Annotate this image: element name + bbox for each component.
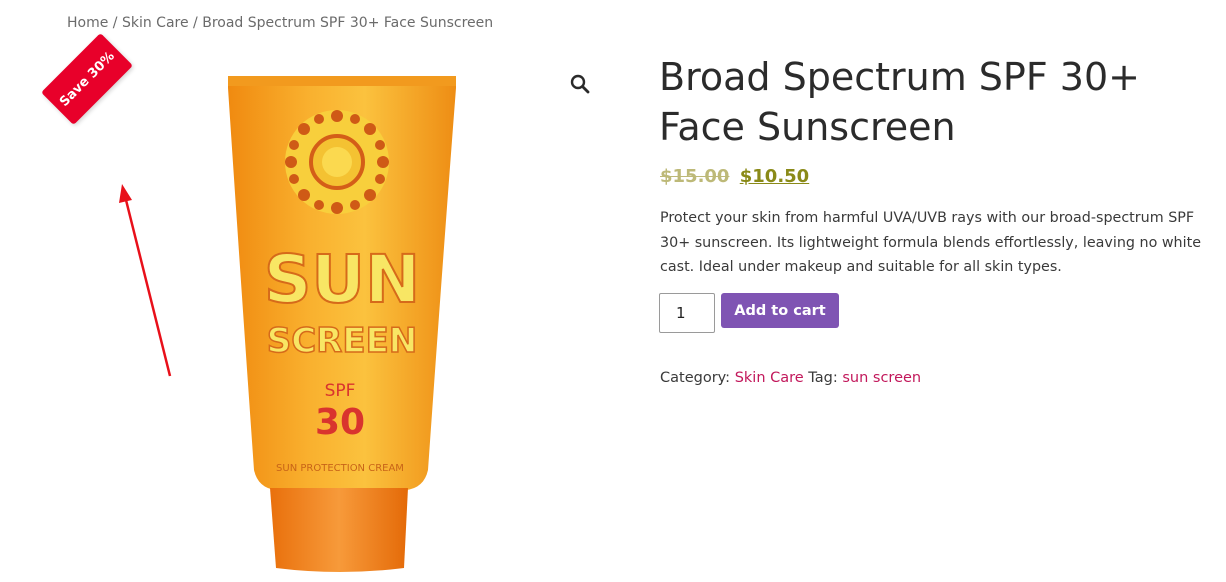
product-title: Broad Spectrum SPF 30+ Face Sunscreen [659,55,1140,149]
tube-text-screen: SCREEN [267,321,418,361]
breadcrumb: Home / Skin Care / Broad Spectrum SPF 30… [67,15,493,31]
quantity-input[interactable] [659,293,715,333]
add-to-cart-button[interactable]: Add to cart [721,293,839,328]
product-image[interactable]: SUN SCREEN SPF 30 SUN PROTECTION CREAM [210,70,470,575]
original-price: $15.00 [660,166,730,187]
category-label: Category: [660,370,735,386]
category-link[interactable]: Skin Care [735,370,804,386]
tube-text-sun: SUN [264,241,420,318]
sun-logo-icon [285,110,389,214]
tube-text-tagline: SUN PROTECTION CREAM [276,463,404,474]
product-description: Protect your skin from harmful UVA/UVB r… [660,210,1201,275]
tag-link[interactable]: sun screen [842,370,921,386]
sale-price: $10.50 [739,166,810,187]
tag-label: Tag: [803,370,843,386]
product-meta: Category: Skin Care Tag: sun screen [660,370,921,386]
tube-text-spf-label: SPF [325,381,356,401]
breadcrumb-current: Broad Spectrum SPF 30+ Face Sunscreen [202,15,494,31]
sale-badge: Save 30% [41,33,133,125]
breadcrumb-separator: / [188,15,203,31]
breadcrumb-separator: / [108,15,122,31]
breadcrumb-category-link[interactable]: Skin Care [122,15,189,31]
magnifier-icon[interactable] [568,72,592,96]
tube-text-spf-value: 30 [315,402,365,443]
product-price: $15.00 $10.50 [660,166,809,187]
breadcrumb-home-link[interactable]: Home [67,15,108,31]
sale-badge-label: Save 30% [56,48,118,110]
